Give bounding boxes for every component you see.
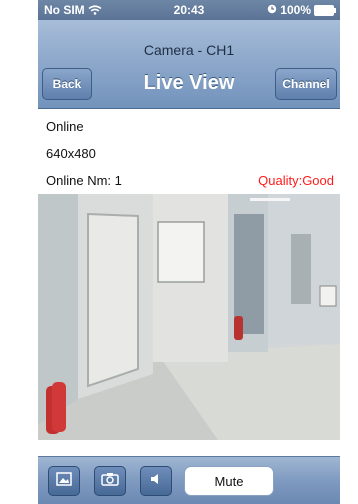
- picture-icon: [56, 471, 72, 491]
- live-video-view[interactable]: [38, 194, 340, 440]
- battery-status: 100%: [267, 3, 336, 17]
- navigation-bar: Camera - CH1 Live View Back Channel: [38, 20, 340, 109]
- connection-status: Online: [46, 119, 84, 134]
- bottom-toolbar: Mute: [38, 456, 340, 504]
- battery-percent: 100%: [280, 3, 311, 17]
- audio-button[interactable]: [140, 466, 172, 496]
- channel-button[interactable]: Channel: [275, 68, 337, 100]
- capture-button[interactable]: [94, 466, 126, 496]
- snapshot-gallery-button[interactable]: [48, 466, 80, 496]
- camera-subtitle: Camera - CH1: [143, 42, 235, 58]
- mute-button[interactable]: Mute: [184, 466, 274, 496]
- alarm-icon: [267, 3, 277, 17]
- quality-indicator: Quality:Good: [258, 173, 334, 188]
- back-button[interactable]: Back: [42, 68, 92, 100]
- camera-icon: [101, 472, 119, 491]
- app-frame: No SIM 20:43 100% Camera - CH1 Live View…: [38, 0, 340, 504]
- battery-icon: [314, 4, 336, 16]
- status-bar: No SIM 20:43 100%: [38, 0, 340, 20]
- resolution-label: 640x480: [46, 146, 96, 161]
- online-count: Online Nm: 1: [46, 173, 122, 188]
- video-frame-image: [38, 194, 340, 440]
- speaker-icon: [149, 472, 163, 491]
